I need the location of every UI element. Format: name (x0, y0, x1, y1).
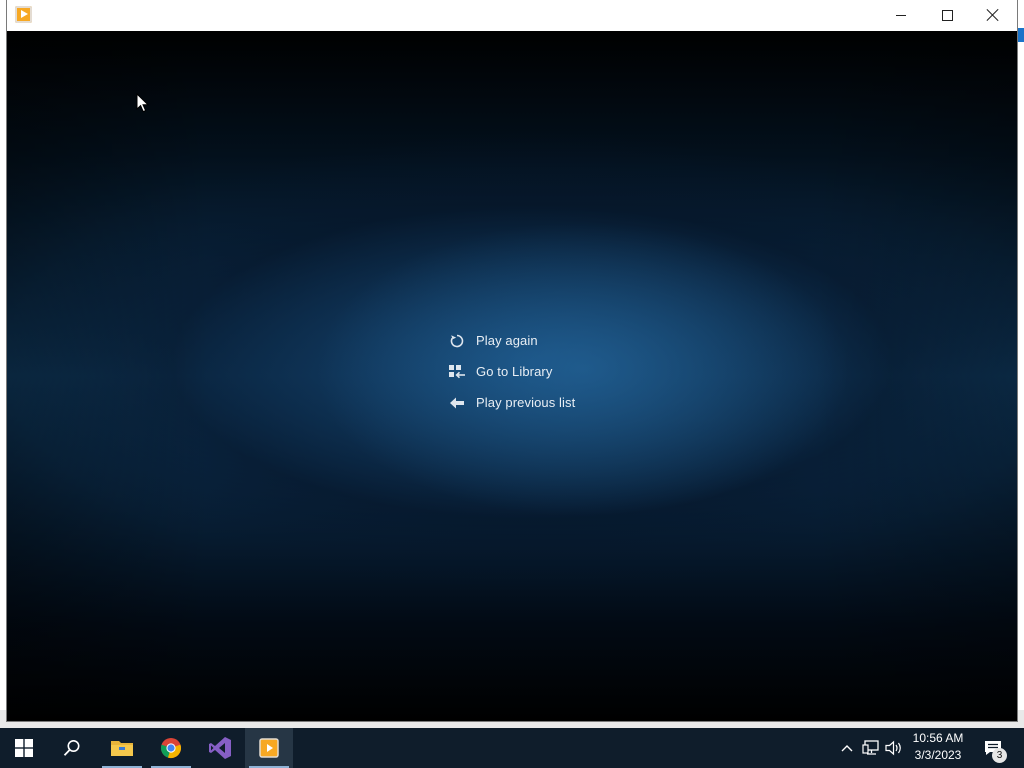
folder-icon (111, 741, 133, 756)
play-previous-list-option[interactable]: Play previous list (447, 387, 687, 418)
end-of-playback-menu: Play again Go to Library Play previous l… (447, 325, 687, 418)
maximize-icon (941, 9, 953, 21)
play-again-option[interactable]: Play again (447, 325, 687, 356)
background-window-accent (1016, 28, 1024, 42)
speaker-icon (885, 740, 901, 756)
playback-end-screen: Play again Go to Library Play previous l… (7, 31, 1017, 721)
minimize-button[interactable] (878, 0, 924, 30)
close-button[interactable] (970, 0, 1016, 30)
minimize-icon (896, 14, 906, 16)
visual-studio-taskbar-button[interactable] (196, 728, 244, 768)
chrome-icon (160, 738, 182, 759)
chrome-taskbar-button[interactable] (147, 728, 195, 768)
network-button[interactable] (860, 728, 882, 768)
show-hidden-icons-button[interactable] (838, 728, 856, 768)
search-button[interactable] (48, 728, 96, 768)
search-icon (63, 740, 80, 756)
clock-date: 3/3/2023 (914, 748, 962, 762)
windows-logo-icon (15, 739, 33, 757)
clock-time: 10:56 AM (912, 731, 964, 745)
visual-studio-icon (209, 737, 231, 759)
media-player-icon (259, 738, 279, 758)
notification-count-badge: 3 (992, 748, 1007, 763)
mouse-cursor-icon (136, 92, 150, 113)
background-window-edge-right (1016, 0, 1024, 728)
chevron-up-icon (841, 745, 853, 752)
go-to-library-option[interactable]: Go to Library (447, 356, 687, 387)
action-center-button[interactable]: 3 (978, 728, 1008, 768)
volume-button[interactable] (884, 728, 904, 768)
play-again-label: Play again (476, 333, 538, 348)
media-player-window: Play again Go to Library Play previous l… (7, 0, 1017, 721)
file-explorer-taskbar-button[interactable] (98, 728, 146, 768)
network-icon (862, 740, 879, 755)
library-icon (447, 362, 467, 382)
start-button[interactable] (0, 728, 48, 768)
system-clock[interactable]: 10:56 AM 3/3/2023 (904, 730, 972, 766)
title-bar[interactable] (7, 0, 1017, 32)
maximize-button[interactable] (924, 0, 970, 30)
back-arrow-icon (447, 393, 467, 413)
replay-icon (447, 331, 467, 351)
play-previous-list-label: Play previous list (476, 395, 576, 410)
media-player-taskbar-button[interactable] (245, 728, 293, 768)
taskbar: 10:56 AM 3/3/2023 3 (0, 728, 1024, 768)
go-to-library-label: Go to Library (476, 364, 553, 379)
close-icon (986, 8, 1000, 22)
media-player-app-icon[interactable] (15, 6, 32, 23)
